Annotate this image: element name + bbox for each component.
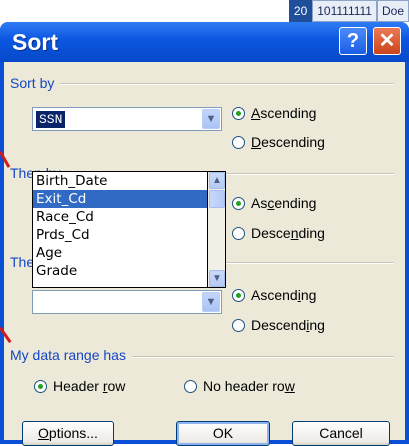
sheet-cell-ssn[interactable]: 101111111 xyxy=(312,0,377,22)
then-by-1-ascending-radio[interactable]: Ascending xyxy=(232,195,316,211)
data-range-legend: My data range has xyxy=(10,347,132,363)
radio-selected-icon xyxy=(232,288,245,302)
sort-by-legend: Sort by xyxy=(10,75,61,91)
sort-by-ascending-radio[interactable]: Ascending xyxy=(232,105,316,121)
radio-unselected-icon xyxy=(184,379,197,393)
radio-selected-icon xyxy=(34,379,47,393)
row-number: 20 xyxy=(288,0,313,22)
radio-label: Ascending xyxy=(251,195,317,211)
sort-by-combo-value: SSN xyxy=(36,111,66,128)
no-header-row-radio[interactable]: No header row xyxy=(184,378,295,394)
sort-by-dropdown-list[interactable]: Birth_Date Exit_Cd Race_Cd Prds_Cd Age G… xyxy=(32,171,208,288)
help-button[interactable]: ? xyxy=(339,27,367,55)
radio-unselected-icon xyxy=(232,318,245,332)
radio-label: No header row xyxy=(203,378,295,394)
radio-label: Ascending xyxy=(251,287,317,303)
sort-by-divider xyxy=(14,83,394,85)
dropdown-item[interactable]: Prds_Cd xyxy=(33,226,207,244)
then-by-2-descending-radio[interactable]: Descending xyxy=(232,317,325,333)
cancel-button[interactable]: Cancel xyxy=(292,421,390,446)
spreadsheet-row: 20 101111111 Doe xyxy=(288,0,409,22)
radio-selected-icon xyxy=(232,196,245,210)
radio-label: Ascending xyxy=(251,105,317,121)
header-row-radio[interactable]: Header row xyxy=(34,378,125,394)
radio-unselected-icon xyxy=(232,226,245,240)
sheet-cell-name[interactable]: Doe xyxy=(376,0,409,22)
radio-label: Descending xyxy=(251,134,325,150)
radio-unselected-icon xyxy=(232,135,245,149)
close-button[interactable]: ✕ xyxy=(373,27,401,55)
radio-selected-icon xyxy=(232,106,245,120)
dropdown-item[interactable]: Race_Cd xyxy=(33,208,207,226)
radio-label: Descending xyxy=(251,317,325,333)
title-bar[interactable]: Sort ? ✕ xyxy=(0,22,409,62)
radio-label: Descending xyxy=(251,225,325,241)
chevron-up-icon[interactable]: ▲ xyxy=(209,172,225,189)
chevron-down-icon[interactable]: ▼ xyxy=(202,109,220,129)
chevron-down-icon[interactable]: ▼ xyxy=(209,270,225,287)
options-button[interactable]: Options... xyxy=(22,421,114,446)
dropdown-item[interactable]: Birth_Date xyxy=(33,172,207,190)
scrollbar-thumb[interactable] xyxy=(209,190,225,208)
ok-button[interactable]: OK xyxy=(176,421,270,446)
then-by-1-descending-radio[interactable]: Descending xyxy=(232,225,325,241)
sort-by-descending-radio[interactable]: Descending xyxy=(232,134,325,150)
dropdown-item[interactable]: Grade xyxy=(33,262,207,280)
sort-dialog: Sort ? ✕ Sort by SSN ▼ Ascending Descend… xyxy=(0,22,409,446)
dropdown-item-highlighted[interactable]: Exit_Cd xyxy=(33,190,207,208)
dialog-title: Sort xyxy=(12,29,58,55)
then-by-2-combo-value xyxy=(36,294,42,311)
then-by-2-combo[interactable]: ▼ xyxy=(32,290,222,314)
dropdown-scrollbar[interactable]: ▲ ▼ xyxy=(208,171,226,288)
radio-label: Header row xyxy=(53,378,126,394)
then-by-2-ascending-radio[interactable]: Ascending xyxy=(232,287,316,303)
chevron-down-icon[interactable]: ▼ xyxy=(202,292,220,312)
dropdown-item[interactable]: Age xyxy=(33,244,207,262)
dialog-body: Sort by SSN ▼ Ascending Descending Then … xyxy=(4,62,405,446)
sort-by-combo[interactable]: SSN ▼ xyxy=(32,107,222,131)
